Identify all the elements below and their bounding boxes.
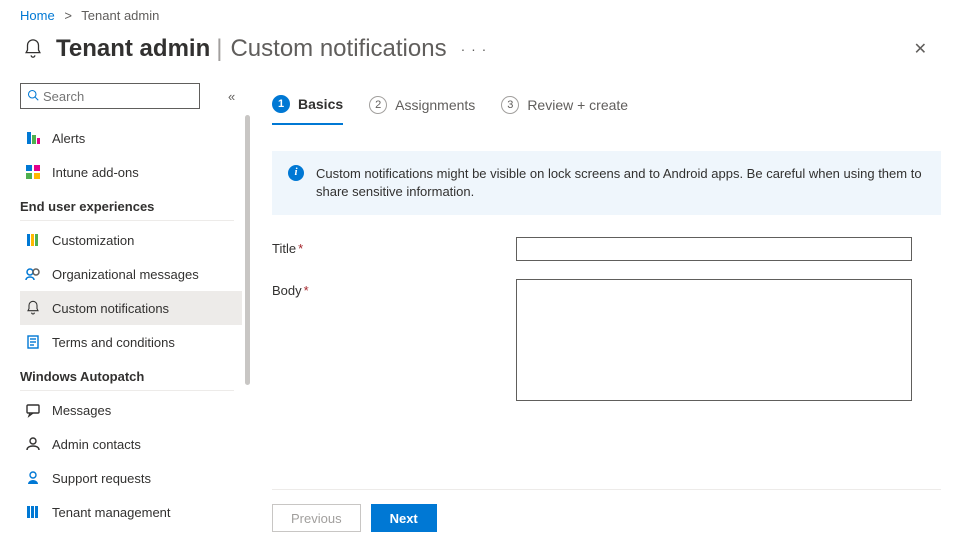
breadcrumb-current: Tenant admin	[81, 8, 159, 23]
support-icon	[24, 469, 42, 487]
sidebar-item-label: Alerts	[52, 131, 85, 146]
wizard-tabs: 1 Basics 2 Assignments 3 Review + create	[272, 89, 941, 125]
tab-assignments[interactable]: 2 Assignments	[369, 89, 475, 125]
tab-label: Review + create	[527, 97, 628, 113]
search-input[interactable]	[43, 89, 193, 104]
sidebar-item-label: Customization	[52, 233, 134, 248]
close-icon[interactable]: ✕	[904, 33, 937, 65]
tab-basics[interactable]: 1 Basics	[272, 89, 343, 125]
nav-section-eue: End user experiences	[20, 189, 234, 221]
sidebar-item-label: Admin contacts	[52, 437, 141, 452]
page-header: Tenant admin | Custom notifications · · …	[0, 27, 957, 79]
step-number: 3	[501, 96, 519, 114]
sidebar-item-tenant-mgmt[interactable]: Tenant management	[20, 495, 242, 529]
org-messages-icon	[24, 265, 42, 283]
sidebar-item-customization[interactable]: Customization	[20, 223, 242, 257]
info-banner: i Custom notifications might be visible …	[272, 151, 941, 215]
breadcrumb: Home > Tenant admin	[0, 0, 957, 27]
sidebar-item-label: Support requests	[52, 471, 151, 486]
wizard-footer: Previous Next	[272, 489, 941, 546]
nav-section-wap: Windows Autopatch	[20, 359, 234, 391]
body-label: Body*	[272, 279, 516, 298]
sidebar-item-label: Messages	[52, 403, 111, 418]
sidebar-item-addons[interactable]: Intune add-ons	[20, 155, 242, 189]
sidebar-item-label: Custom notifications	[52, 301, 169, 316]
chevron-right-icon: >	[64, 8, 72, 23]
info-icon: i	[288, 165, 304, 181]
title-divider: |	[216, 35, 222, 63]
breadcrumb-home[interactable]: Home	[20, 8, 55, 23]
sidebar-item-label: Terms and conditions	[52, 335, 175, 350]
sidebar-item-label: Organizational messages	[52, 267, 199, 282]
tab-label: Assignments	[395, 97, 475, 113]
sidebar-item-support[interactable]: Support requests	[20, 461, 242, 495]
body-textarea[interactable]	[516, 279, 912, 401]
sidebar-item-messages[interactable]: Messages	[20, 393, 242, 427]
sidebar-item-label: Tenant management	[52, 505, 171, 520]
bell-icon	[20, 36, 46, 62]
sidebar-item-custom-notifications[interactable]: Custom notifications	[20, 291, 242, 325]
sidebar-item-terms[interactable]: Terms and conditions	[20, 325, 242, 359]
title-label: Title*	[272, 237, 516, 256]
page-subtitle: Custom notifications	[230, 35, 446, 63]
sidebar-item-org-messages[interactable]: Organizational messages	[20, 257, 242, 291]
sidebar: « Alerts Intune add-ons End user experie…	[0, 79, 248, 546]
terms-icon	[24, 333, 42, 351]
messages-icon	[24, 401, 42, 419]
next-button[interactable]: Next	[371, 504, 437, 532]
addons-icon	[24, 163, 42, 181]
step-number: 1	[272, 95, 290, 113]
previous-button[interactable]: Previous	[272, 504, 361, 532]
person-icon	[24, 435, 42, 453]
search-input-wrap[interactable]	[20, 83, 200, 109]
page-title: Tenant admin	[56, 35, 210, 63]
nav: Alerts Intune add-ons End user experienc…	[20, 121, 248, 529]
title-input[interactable]	[516, 237, 912, 261]
bell-small-icon	[24, 299, 42, 317]
collapse-icon[interactable]: «	[228, 89, 235, 104]
alerts-icon	[24, 129, 42, 147]
main-content: 1 Basics 2 Assignments 3 Review + create…	[248, 79, 957, 546]
sidebar-item-label: Intune add-ons	[52, 165, 139, 180]
form-row-body: Body*	[272, 279, 941, 401]
tab-review[interactable]: 3 Review + create	[501, 89, 628, 125]
step-number: 2	[369, 96, 387, 114]
more-icon[interactable]: · · ·	[461, 41, 488, 57]
sidebar-item-admin-contacts[interactable]: Admin contacts	[20, 427, 242, 461]
tab-label: Basics	[298, 96, 343, 112]
sidebar-item-alerts[interactable]: Alerts	[20, 121, 242, 155]
customization-icon	[24, 231, 42, 249]
tenant-icon	[24, 503, 42, 521]
form-row-title: Title*	[272, 237, 941, 261]
search-icon	[27, 89, 39, 104]
info-text: Custom notifications might be visible on…	[316, 165, 925, 201]
